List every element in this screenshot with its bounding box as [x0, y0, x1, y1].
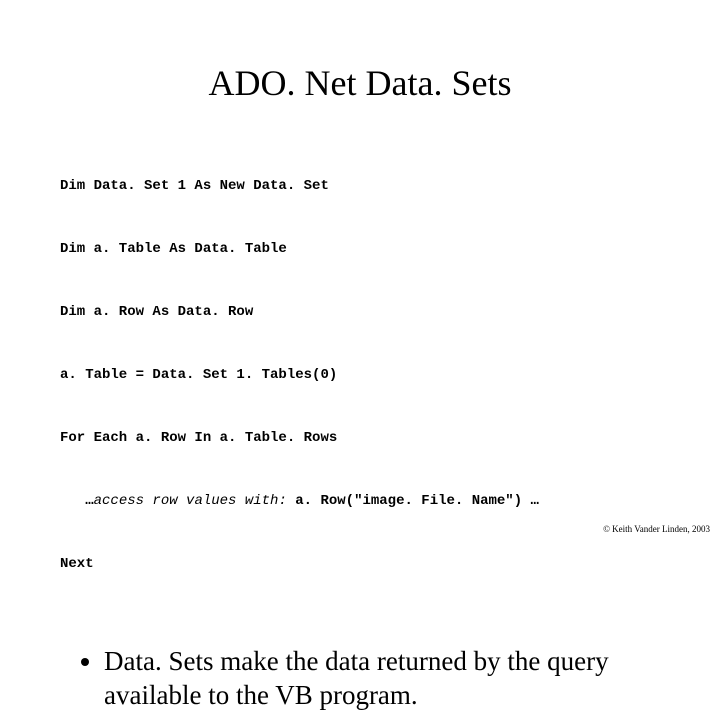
code-line-1: Dim Data. Set 1 As New Data. Set: [60, 176, 680, 197]
code-l6-suffix: a. Row("image. File. Name") …: [295, 493, 539, 509]
copyright: © Keith Vander Linden, 2003: [603, 524, 710, 534]
code-line-5: For Each a. Row In a. Table. Rows: [60, 428, 680, 449]
code-line-4: a. Table = Data. Set 1. Tables(0): [60, 365, 680, 386]
code-line-6: …access row values with: a. Row("image. …: [60, 491, 680, 512]
code-line-2: Dim a. Table As Data. Table: [60, 239, 680, 260]
code-line-3: Dim a. Row As Data. Row: [60, 302, 680, 323]
code-l6-prefix: …: [60, 493, 94, 509]
code-block: Dim Data. Set 1 As New Data. Set Dim a. …: [0, 134, 720, 617]
code-line-7: Next: [60, 554, 680, 575]
code-l6-italic: access row values with:: [94, 493, 296, 509]
bullet-list: Data. Sets make the data returned by the…: [0, 617, 720, 713]
slide: ADO. Net Data. Sets Dim Data. Set 1 As N…: [0, 0, 720, 540]
page-title: ADO. Net Data. Sets: [0, 0, 720, 134]
bullet-item-1: Data. Sets make the data returned by the…: [104, 645, 660, 713]
